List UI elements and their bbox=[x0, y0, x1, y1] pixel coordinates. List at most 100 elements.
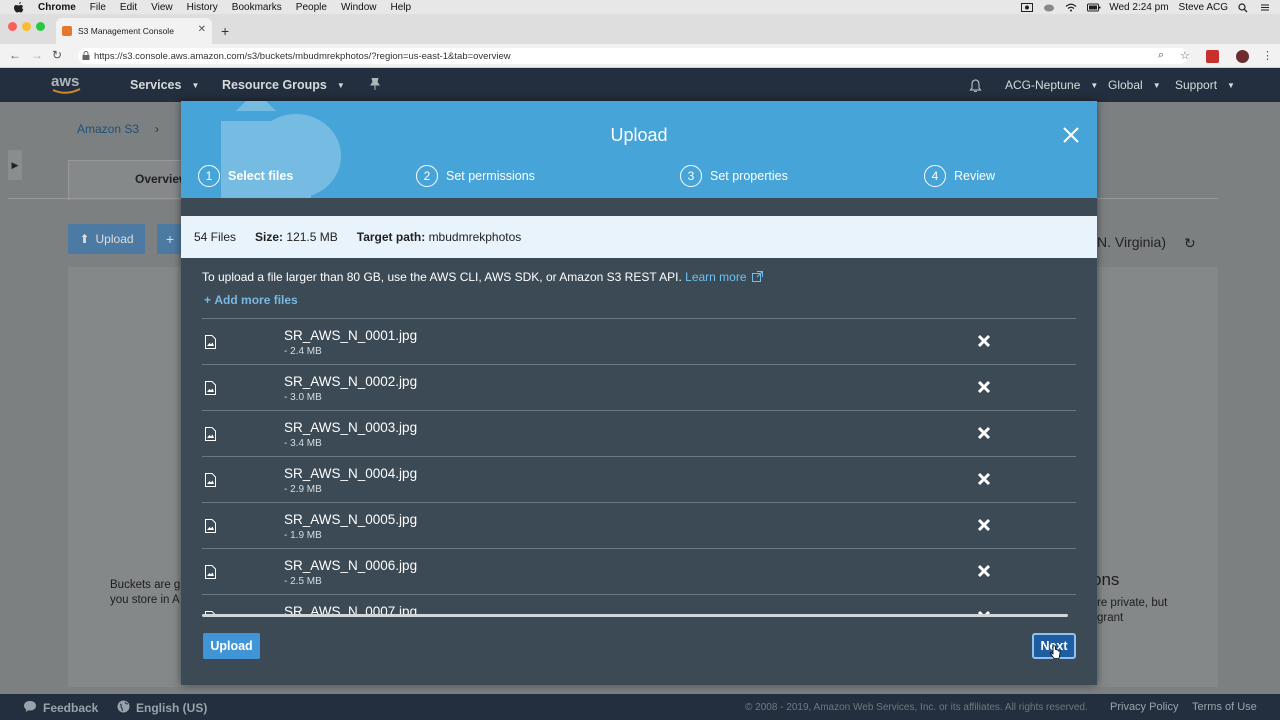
terms-of-use-link[interactable]: Terms of Use bbox=[1192, 701, 1257, 713]
menu-app-name[interactable]: Chrome bbox=[38, 2, 76, 13]
upload-icon: ⬆ bbox=[79, 232, 90, 246]
menu-history[interactable]: History bbox=[187, 2, 218, 13]
remove-file-icon[interactable] bbox=[977, 334, 991, 348]
create-folder-button-background[interactable]: + bbox=[157, 224, 183, 254]
bell-icon[interactable] bbox=[969, 79, 982, 93]
target-path-label: Target path: bbox=[356, 230, 426, 244]
file-row: SR_AWS_N_0002.jpg - 3.0 MB bbox=[202, 365, 1076, 411]
menu-edit[interactable]: Edit bbox=[120, 2, 137, 13]
wifi-icon[interactable] bbox=[1065, 3, 1077, 12]
menubar-user[interactable]: Steve ACG bbox=[1179, 2, 1228, 13]
screen-icon[interactable] bbox=[1021, 2, 1034, 12]
menu-help[interactable]: Help bbox=[391, 2, 412, 13]
background-info-right: ons re private, but grant bbox=[1092, 571, 1167, 626]
tab-overview[interactable]: Overview bbox=[68, 160, 188, 200]
reload-icon[interactable]: ↻ bbox=[52, 48, 62, 62]
forward-icon[interactable]: → bbox=[31, 48, 43, 62]
wizard-steps: 1 Select files 2 Set permissions 3 Set p… bbox=[181, 165, 1097, 191]
s3-favicon-icon bbox=[62, 26, 72, 36]
step-number: 1 bbox=[198, 165, 220, 187]
sidebar-toggle-icon[interactable]: ▶ bbox=[8, 150, 22, 180]
window-close-button[interactable] bbox=[8, 22, 17, 31]
menu-file[interactable]: File bbox=[90, 2, 106, 13]
tab-close-icon[interactable]: ✕ bbox=[198, 24, 206, 35]
file-row: SR_AWS_N_0005.jpg - 1.9 MB bbox=[202, 503, 1076, 549]
feedback-link[interactable]: Feedback bbox=[23, 700, 98, 716]
privacy-policy-link[interactable]: Privacy Policy bbox=[1110, 701, 1178, 713]
aws-logo-icon[interactable]: aws bbox=[50, 72, 84, 98]
bucket-region-text: N. Virginia) bbox=[1097, 234, 1166, 250]
window-zoom-button[interactable] bbox=[36, 22, 45, 31]
account-label: ACG-Neptune bbox=[1005, 78, 1081, 92]
globe-icon bbox=[117, 700, 130, 716]
step-set-permissions[interactable]: 2 Set permissions bbox=[416, 165, 535, 187]
new-tab-icon[interactable]: + bbox=[221, 23, 229, 39]
breadcrumb-separator-icon: › bbox=[155, 122, 159, 136]
file-size: - 2.4 MB bbox=[284, 346, 322, 357]
window-minimize-button[interactable] bbox=[22, 22, 31, 31]
file-size: - 1.9 MB bbox=[284, 530, 322, 541]
learn-more-label: Learn more bbox=[685, 270, 747, 284]
size-label: Size: bbox=[255, 230, 284, 244]
chat-bubble-icon bbox=[23, 700, 37, 716]
bookmark-star-icon[interactable]: ☆ bbox=[1180, 49, 1190, 62]
account-menu[interactable]: ACG-Neptune ▼ bbox=[1005, 78, 1098, 92]
close-icon[interactable] bbox=[1059, 123, 1083, 147]
breadcrumb-amazon-s3[interactable]: Amazon S3 bbox=[77, 122, 139, 136]
zoom-icon[interactable]: ⌕ bbox=[1158, 49, 1164, 62]
menu-people[interactable]: People bbox=[296, 2, 327, 13]
battery-icon[interactable] bbox=[1087, 3, 1101, 12]
notification-center-icon[interactable] bbox=[1260, 3, 1272, 12]
services-menu[interactable]: Services ▼ bbox=[130, 78, 199, 92]
add-more-files-button[interactable]: + Add more files bbox=[204, 293, 298, 307]
pin-icon[interactable] bbox=[370, 78, 380, 90]
remove-file-icon[interactable] bbox=[977, 564, 991, 578]
upload-button-background[interactable]: ⬆ Upload bbox=[68, 224, 145, 254]
file-list[interactable]: SR_AWS_N_0001.jpg - 2.4 MB SR_AWS_N_0002… bbox=[202, 318, 1076, 615]
aws-footer: Feedback English (US) © 2008 - 2019, Ama… bbox=[0, 694, 1280, 720]
step-select-files[interactable]: 1 Select files bbox=[198, 165, 293, 187]
tab-title: S3 Management Console bbox=[78, 26, 174, 36]
menu-window[interactable]: Window bbox=[341, 2, 377, 13]
learn-more-link[interactable]: Learn more bbox=[685, 270, 763, 284]
upload-button[interactable]: Upload bbox=[203, 633, 260, 659]
file-size: - 2.5 MB bbox=[284, 576, 322, 587]
step-number: 4 bbox=[924, 165, 946, 187]
support-menu[interactable]: Support ▼ bbox=[1175, 78, 1235, 92]
back-icon[interactable]: ← bbox=[9, 48, 21, 62]
remove-file-icon[interactable] bbox=[977, 472, 991, 486]
services-label: Services bbox=[130, 78, 182, 92]
region-menu[interactable]: Global ▼ bbox=[1108, 78, 1161, 92]
remove-file-icon[interactable] bbox=[977, 426, 991, 440]
resource-groups-menu[interactable]: Resource Groups ▼ bbox=[222, 78, 345, 92]
target-path-value: mbudmrekphotos bbox=[428, 230, 522, 244]
profile-avatar[interactable] bbox=[1236, 50, 1249, 63]
apple-icon[interactable] bbox=[12, 1, 26, 13]
menubar-clock[interactable]: Wed 2:24 pm bbox=[1109, 2, 1168, 13]
browser-tab[interactable]: S3 Management Console ✕ bbox=[56, 18, 212, 44]
menu-view[interactable]: View bbox=[151, 2, 173, 13]
step-review[interactable]: 4 Review bbox=[924, 165, 995, 187]
mouse-cursor-icon bbox=[1050, 645, 1061, 660]
step-number: 3 bbox=[680, 165, 702, 187]
external-link-icon bbox=[751, 271, 763, 282]
step-label: Set permissions bbox=[446, 169, 535, 183]
chevron-down-icon: ▼ bbox=[336, 80, 345, 90]
language-selector[interactable]: English (US) bbox=[117, 700, 207, 716]
remove-file-icon[interactable] bbox=[977, 518, 991, 532]
file-name: SR_AWS_N_0001.jpg bbox=[284, 328, 418, 343]
horizontal-scrollbar[interactable] bbox=[202, 614, 1068, 617]
address-bar[interactable]: https://s3.console.aws.amazon.com/s3/buc… bbox=[78, 48, 1188, 64]
menu-bookmarks[interactable]: Bookmarks bbox=[232, 2, 282, 13]
step-set-properties[interactable]: 3 Set properties bbox=[680, 165, 788, 187]
chrome-menu-icon[interactable]: ⋮ bbox=[1262, 49, 1273, 62]
creative-cloud-icon[interactable] bbox=[1043, 3, 1055, 12]
step-label: Select files bbox=[228, 169, 294, 183]
remove-file-icon[interactable] bbox=[977, 380, 991, 394]
extension-icon[interactable] bbox=[1206, 50, 1219, 63]
feedback-label: Feedback bbox=[43, 701, 99, 715]
image-file-icon bbox=[205, 565, 216, 579]
refresh-icon[interactable]: ↻ bbox=[1184, 235, 1196, 252]
spotlight-icon[interactable] bbox=[1238, 2, 1250, 12]
image-file-icon bbox=[205, 381, 216, 395]
